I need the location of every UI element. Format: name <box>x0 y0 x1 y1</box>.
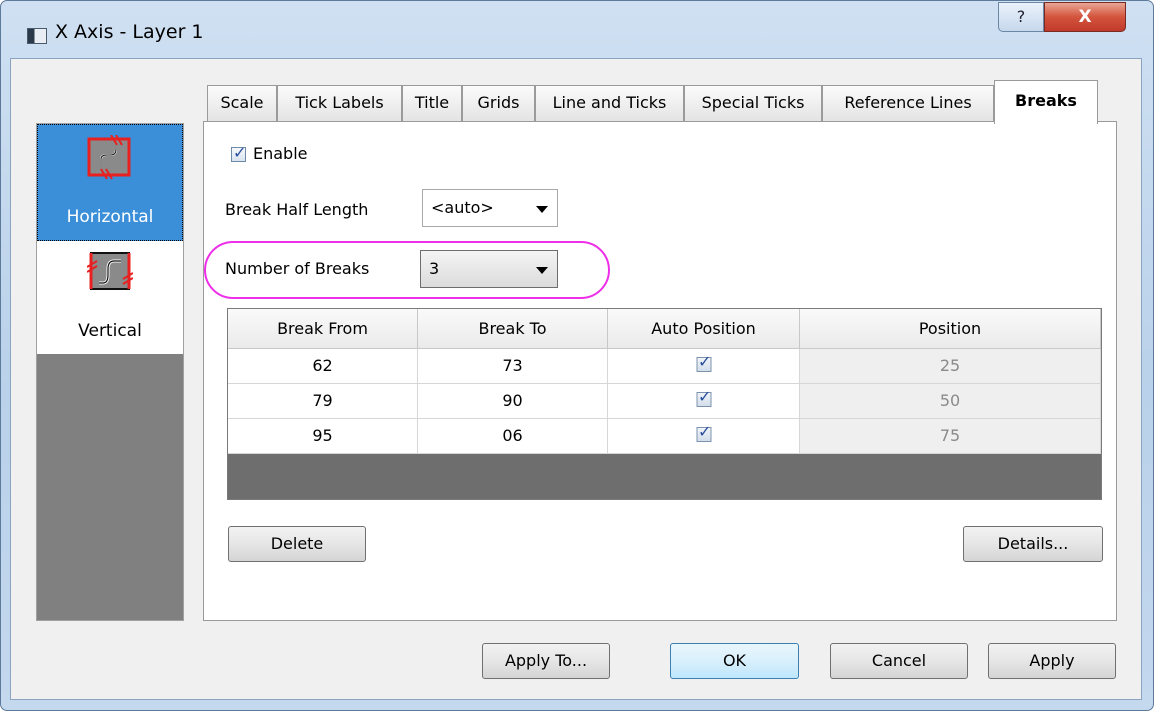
table-cell-position: 50 <box>800 384 1101 419</box>
chevron-down-icon <box>536 206 548 213</box>
tab-special-ticks[interactable]: Special Ticks <box>684 85 822 122</box>
apply-button[interactable]: Apply <box>988 643 1116 679</box>
list-item-label: Horizontal <box>66 207 154 227</box>
horizontal-break-icon <box>87 135 131 180</box>
list-item-label: Vertical <box>78 321 142 341</box>
enable-label: Enable <box>253 144 308 163</box>
table-cell-break-to[interactable]: 06 <box>418 419 608 454</box>
break-half-length-label: Break Half Length <box>225 200 369 219</box>
auto-position-checkbox[interactable]: ✓ <box>696 352 711 372</box>
check-mark-icon: ✓ <box>698 352 712 371</box>
tab-line-and-ticks[interactable]: Line and Ticks <box>535 85 684 122</box>
check-mark-icon: ✓ <box>233 143 247 162</box>
chevron-down-icon <box>536 267 548 274</box>
cancel-button[interactable]: Cancel <box>830 643 968 679</box>
table-cell-break-to[interactable]: 73 <box>418 349 608 384</box>
column-header-auto-position[interactable]: Auto Position <box>608 309 800 349</box>
auto-position-checkbox[interactable]: ✓ <box>696 422 711 442</box>
help-button[interactable]: ? <box>998 2 1044 32</box>
table-cell-break-to[interactable]: 90 <box>418 384 608 419</box>
column-header-position[interactable]: Position <box>800 309 1101 349</box>
tab-reference-lines[interactable]: Reference Lines <box>822 85 994 122</box>
table-cell-break-from[interactable]: 79 <box>228 384 418 419</box>
list-item-vertical[interactable]: Vertical <box>37 241 183 354</box>
breaks-table: Break From Break To Auto Position Positi… <box>227 308 1102 500</box>
number-of-breaks-combo[interactable]: 3 <box>420 250 558 288</box>
table-cell-auto-position[interactable]: ✓ <box>608 349 800 384</box>
break-half-length-combo[interactable]: <auto> <box>422 189 558 227</box>
details-button[interactable]: Details... <box>963 526 1103 562</box>
table-cell-position: 25 <box>800 349 1101 384</box>
number-of-breaks-label: Number of Breaks <box>225 259 370 278</box>
apply-to-button[interactable]: Apply To... <box>482 643 610 679</box>
table-cell-auto-position[interactable]: ✓ <box>608 384 800 419</box>
check-mark-icon: ✓ <box>698 387 712 406</box>
tab-grids[interactable]: Grids <box>462 85 535 122</box>
tab-title[interactable]: Title <box>402 85 462 122</box>
column-header-break-from[interactable]: Break From <box>228 309 418 349</box>
title-bar[interactable]: X Axis - Layer 1 ? X <box>1 1 1153 59</box>
combo-value: 3 <box>429 259 440 278</box>
column-header-break-to[interactable]: Break To <box>418 309 608 349</box>
app-icon <box>27 28 47 44</box>
list-item-horizontal[interactable]: Horizontal <box>37 124 183 241</box>
table-cell-auto-position[interactable]: ✓ <box>608 419 800 454</box>
table-cell-position: 75 <box>800 419 1101 454</box>
combo-value: <auto> <box>431 198 494 217</box>
enable-checkbox[interactable]: ✓ <box>231 143 246 162</box>
table-cell-break-from[interactable]: 62 <box>228 349 418 384</box>
table-cell-break-from[interactable]: 95 <box>228 419 418 454</box>
check-mark-icon: ✓ <box>698 422 712 441</box>
tab-breaks[interactable]: Breaks <box>994 80 1098 124</box>
axis-direction-list: Horizontal Vertical <box>36 123 184 621</box>
tab-tick-labels[interactable]: Tick Labels <box>277 85 402 122</box>
tab-scale[interactable]: Scale <box>207 85 277 122</box>
vertical-break-icon <box>87 252 133 290</box>
close-button[interactable]: X <box>1044 2 1126 32</box>
window-title: X Axis - Layer 1 <box>55 21 204 43</box>
auto-position-checkbox[interactable]: ✓ <box>696 387 711 407</box>
ok-button[interactable]: OK <box>670 643 799 679</box>
delete-button[interactable]: Delete <box>228 526 366 562</box>
